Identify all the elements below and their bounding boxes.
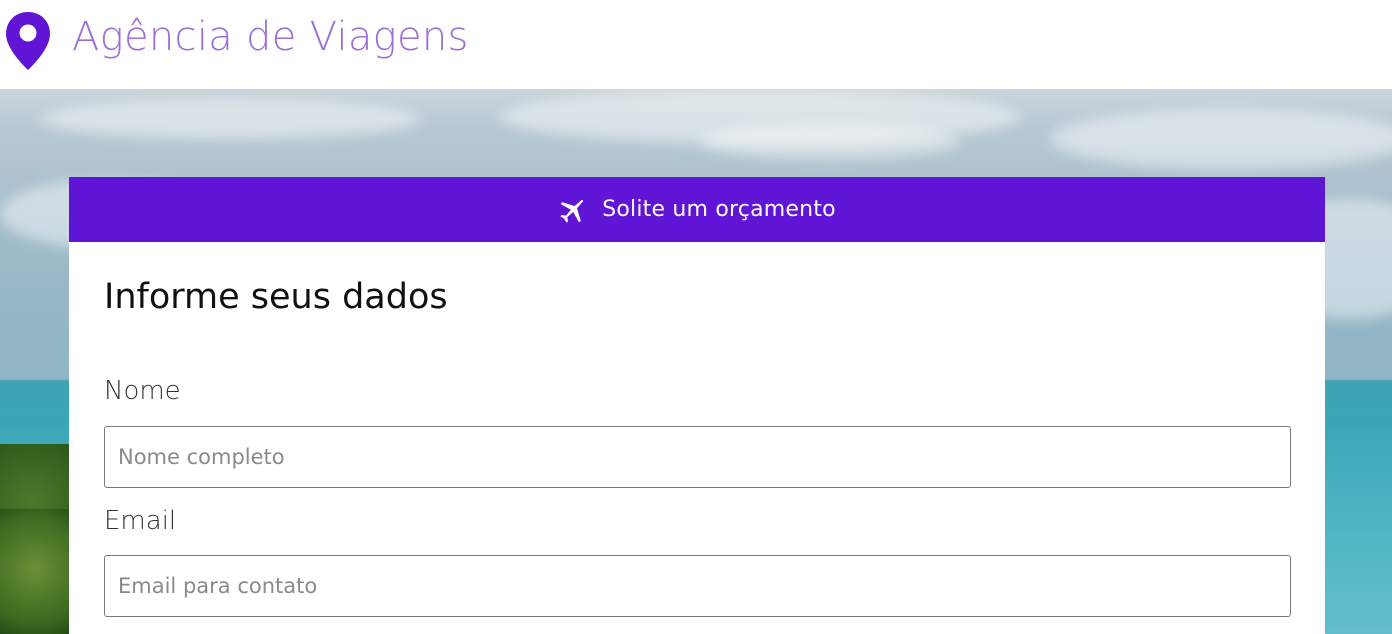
email-input[interactable] — [104, 555, 1291, 617]
email-label: Email — [104, 506, 177, 536]
top-bar: Agência de Viagens — [0, 0, 1392, 89]
card-header-label: Solite um orçamento — [602, 197, 836, 222]
brand-title[interactable]: Agência de Viagens — [72, 14, 469, 60]
quote-card: Solite um orçamento Informe seus dados N… — [69, 177, 1325, 634]
map-pin-icon — [6, 12, 50, 70]
name-label: Nome — [104, 376, 181, 406]
hero-background: Solite um orçamento Informe seus dados N… — [0, 89, 1392, 634]
section-title: Informe seus dados — [104, 277, 448, 317]
plane-icon — [560, 199, 584, 223]
name-input[interactable] — [104, 426, 1291, 488]
card-header: Solite um orçamento — [69, 177, 1325, 242]
